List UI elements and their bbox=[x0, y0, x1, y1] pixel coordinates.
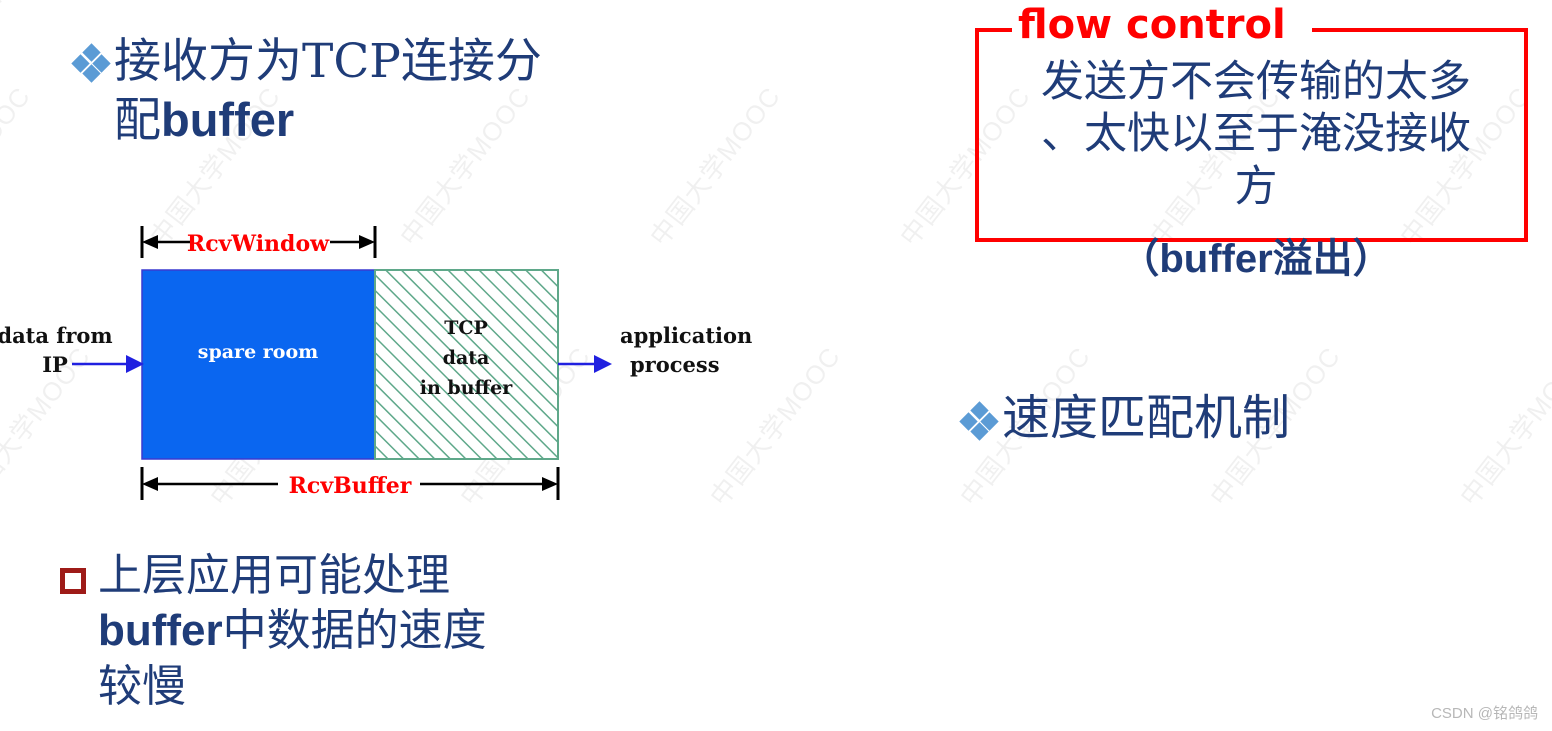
diamond-bullet-icon bbox=[959, 401, 999, 441]
spare-room-region bbox=[141, 269, 376, 460]
data-from-ip-label-line1: data from bbox=[0, 323, 113, 348]
flow-control-line3: 方 bbox=[1234, 161, 1278, 212]
rcvbuffer-dimension: RcvBuffer bbox=[140, 467, 560, 500]
overflow-close-paren: ） bbox=[1352, 235, 1393, 282]
item2-line1: 上层应用可能处理 bbox=[98, 550, 450, 601]
square-bullet-icon bbox=[60, 568, 86, 594]
bullet-item-2-text: 上层应用可能处理 buffer中数据的速度 较慢 bbox=[98, 548, 487, 714]
flow-control-line1: 发送方不会传输的太多 bbox=[1041, 57, 1471, 107]
item2-line3: 较慢 bbox=[98, 660, 186, 712]
watermark-tile: 中国大学MOOC bbox=[0, 0, 128, 13]
item1-line2-en: buffer bbox=[161, 93, 295, 147]
bullet-item-rate-matching: 速度匹配机制 bbox=[959, 390, 1482, 448]
overflow-open-paren: （ bbox=[1119, 235, 1160, 282]
buffer-overflow-note: （buffer溢出） bbox=[1008, 226, 1504, 284]
application-process-label-line1: application bbox=[620, 323, 752, 348]
bullet-item-slow-application: 上层应用可能处理 buffer中数据的速度 较慢 bbox=[60, 548, 680, 714]
csdn-credit: CSDN @铭鸽鸽 bbox=[1431, 705, 1538, 722]
slide-canvas: 中国大学MOOC 中国大学MOOC 中国大学MOOC 中国大学MOOC 中国大学… bbox=[0, 0, 1552, 731]
item2-line2-cn: 中数据的速度 bbox=[222, 605, 487, 657]
application-process-label-line2: process bbox=[630, 352, 720, 377]
diamond-bullet-icon bbox=[71, 43, 111, 83]
item2-line2-en: buffer bbox=[98, 606, 223, 656]
tcp-data-label-line3: in buffer bbox=[420, 377, 513, 399]
tcp-receive-buffer-diagram: RcvWindow spare room TCP data in buffer … bbox=[0, 226, 752, 500]
tcp-data-label-line1: TCP bbox=[444, 317, 488, 339]
tcp-data-label-line2: data bbox=[443, 347, 490, 369]
rcvwindow-dimension: RcvWindow bbox=[140, 226, 377, 258]
bullet-item-receiver-buffer: 接收方为TCP连接分 配buffer bbox=[71, 32, 674, 151]
flow-control-description: 发送方不会传输的太多 、太快以至于淹没接收 方 bbox=[1008, 56, 1504, 213]
spare-room-label: spare room bbox=[198, 341, 318, 363]
item1-line1: 接收方为TCP连接分 bbox=[114, 34, 542, 89]
bullet-item-3-text: 速度匹配机制 bbox=[1002, 390, 1291, 446]
data-from-ip-arrow bbox=[72, 355, 144, 373]
rcvbuffer-label: RcvBuffer bbox=[289, 473, 412, 499]
bullet-item-1-text: 接收方为TCP连接分 配buffer bbox=[114, 32, 542, 151]
application-process-arrow bbox=[558, 355, 612, 373]
data-from-ip-label-line2: IP bbox=[42, 352, 68, 377]
flow-control-line2: 、太快以至于淹没接收 bbox=[1041, 109, 1471, 160]
overflow-buffer-word: buffer bbox=[1159, 237, 1273, 281]
rcvwindow-label: RcvWindow bbox=[187, 231, 330, 257]
flow-control-title: flow control bbox=[1018, 2, 1286, 48]
overflow-cn-word: 溢出 bbox=[1272, 235, 1353, 282]
item1-line2-cn: 配 bbox=[114, 93, 161, 149]
